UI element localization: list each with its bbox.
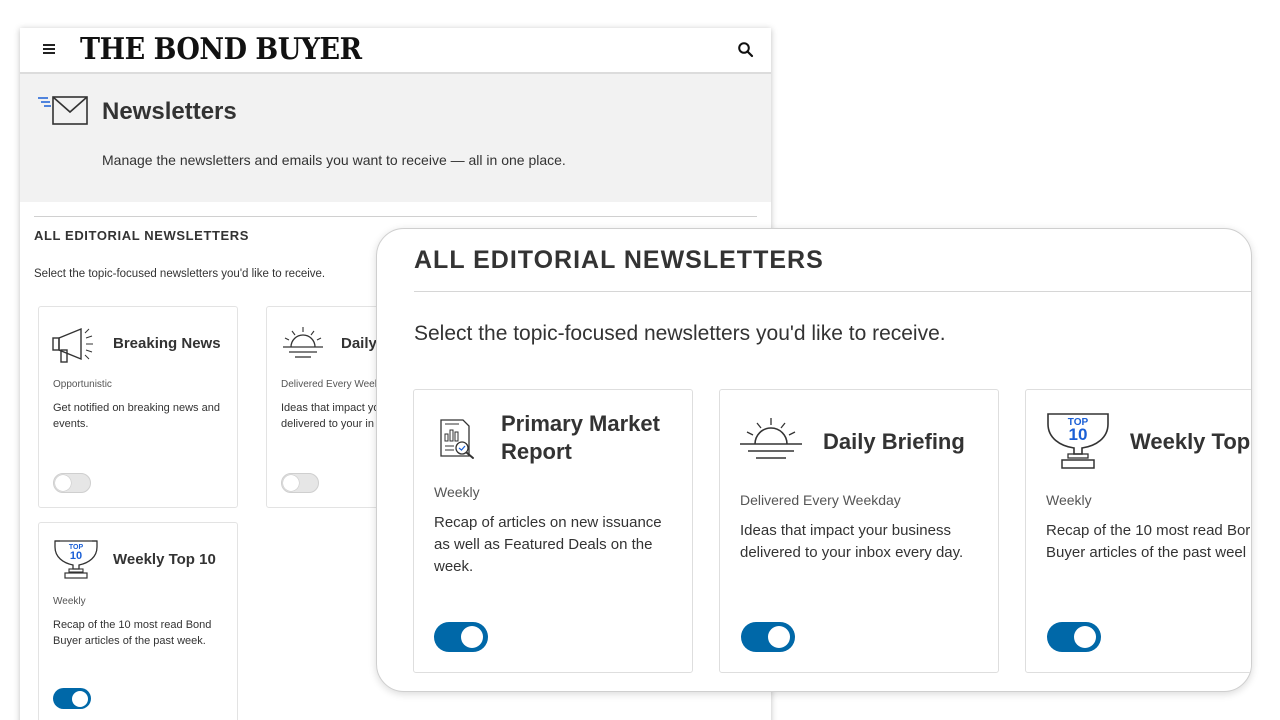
page-title: Newsletters [102, 98, 237, 125]
megaphone-icon [52, 327, 93, 363]
sunrise-icon [740, 418, 802, 459]
page-subtitle: Manage the newsletters and emails you wa… [102, 152, 566, 168]
card-description: Get notified on breaking news and events… [53, 402, 220, 430]
svg-text:10: 10 [70, 550, 82, 562]
newsletter-card-weekly-top-10: TOP 10 Weekly Top 10 Weekly Recap of the… [38, 522, 238, 720]
hamburger-icon[interactable] [43, 44, 55, 54]
card-title: Weekly Top 1 [1130, 429, 1251, 454]
card-title: Weekly Top 10 [113, 551, 216, 568]
card-frequency: Opportunistic [53, 379, 112, 390]
subscribe-toggle[interactable] [741, 622, 795, 652]
subscribe-toggle[interactable] [1047, 622, 1101, 652]
trophy-icon: TOP 10 [1047, 413, 1109, 469]
card-frequency: Weekly [1046, 492, 1092, 508]
section-title: ALL EDITORIAL NEWSLETTERS [414, 246, 824, 274]
newsletter-card-breaking-news: Breaking News Opportunistic Get notified… [38, 306, 238, 508]
subscribe-toggle[interactable] [53, 688, 91, 709]
card-frequency: Weekly [434, 484, 480, 500]
card-description: Ideas that impact your business delivere… [740, 522, 964, 561]
trophy-icon: TOP 10 [54, 540, 98, 579]
zoomed-newsletter-panel: ALL EDITORIAL NEWSLETTERS Select the top… [376, 228, 1252, 692]
card-description: Recap of articles on new issuance as wel… [434, 514, 662, 575]
site-header: THE BOND BUYER [20, 28, 771, 74]
card-title: Daily [341, 335, 377, 352]
search-icon[interactable] [737, 41, 755, 59]
card-title: Breaking News [113, 335, 221, 352]
card-frequency: Weekly [53, 596, 86, 607]
card-title: Primary Market Report [501, 411, 660, 464]
subscribe-toggle[interactable] [434, 622, 488, 652]
subscribe-toggle[interactable] [281, 473, 319, 493]
card-title: Daily Briefing [823, 429, 965, 454]
section-description: Select the topic-focused newsletters you… [414, 322, 946, 345]
section-divider [414, 291, 1251, 292]
card-description: Recap of the 10 most read Bor Buyer arti… [1046, 522, 1251, 561]
newsletter-card-daily-briefing: Daily Briefing Delivered Every Weekday I… [719, 389, 999, 673]
site-logo[interactable]: THE BOND BUYER [80, 32, 362, 66]
svg-text:10: 10 [1069, 425, 1088, 444]
hero-banner: Newsletters Manage the newsletters and e… [20, 74, 771, 202]
subscribe-toggle[interactable] [53, 473, 91, 493]
newsletter-card-weekly-top-10: TOP 10 Weekly Top 1 Weekly Recap of the … [1025, 389, 1251, 673]
card-frequency: Delivered Every Week [281, 379, 380, 390]
mail-icon [38, 96, 88, 125]
report-icon [440, 419, 474, 459]
newsletter-card-primary-market-report: Primary Market Report Weekly Recap of ar… [413, 389, 693, 673]
card-description: Recap of the 10 most read Bond Buyer art… [53, 619, 212, 647]
sunrise-icon [283, 327, 323, 358]
card-frequency: Delivered Every Weekday [740, 492, 901, 508]
